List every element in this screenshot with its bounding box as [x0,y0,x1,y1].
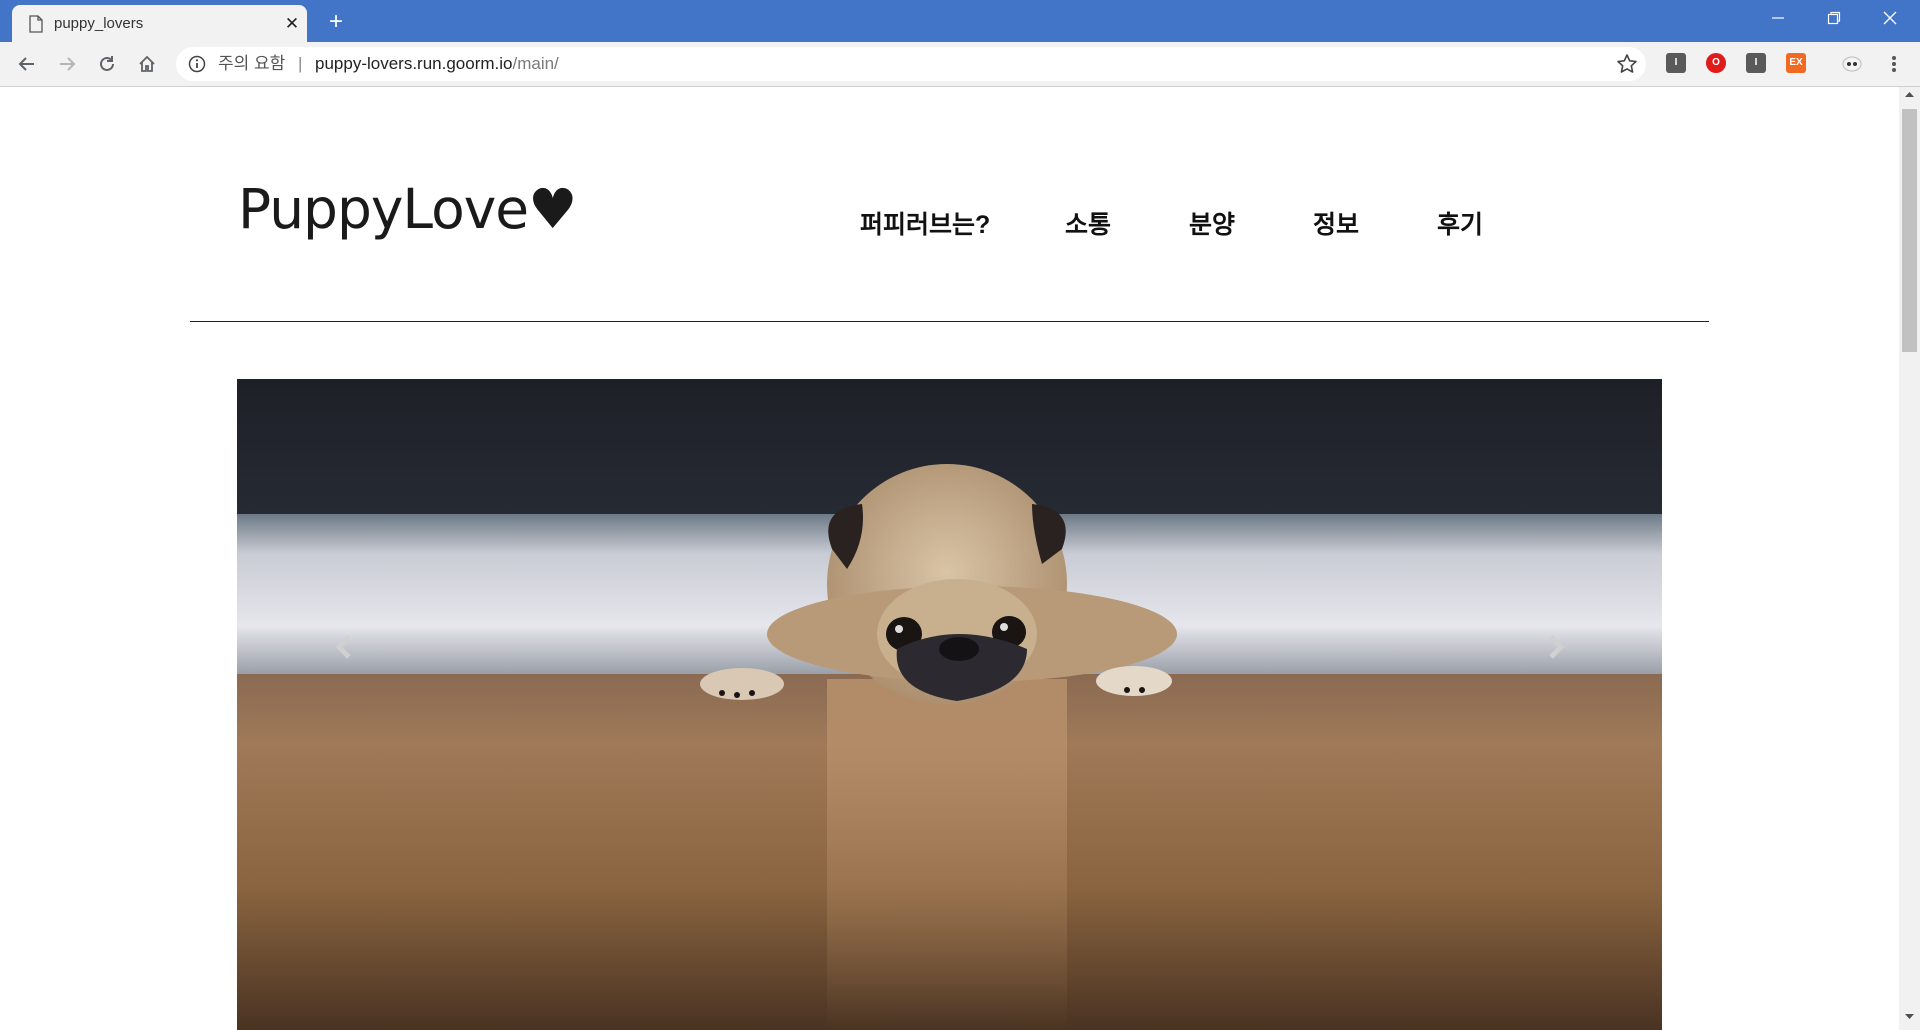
hero-carousel[interactable] [237,379,1662,1030]
scroll-thumb[interactable] [1902,109,1917,352]
url-separator: | [298,54,303,73]
reload-button[interactable] [94,51,120,77]
security-label[interactable]: 주의 요함 [218,47,285,81]
scroll-up-icon[interactable] [1904,90,1915,98]
minimize-button[interactable] [1750,0,1806,36]
pug-photo [237,379,1662,1030]
nav-info[interactable]: 정보 [1313,205,1359,245]
new-tab-button[interactable]: + [322,8,350,36]
main-nav: 퍼피러브는? 소통 분양 정보 후기 [0,205,1899,245]
reader-ext-icon[interactable]: I [1746,53,1766,73]
nav-about[interactable]: 퍼피러브는? [860,205,990,245]
tab-close-icon[interactable]: ✕ [282,14,302,34]
tab-title: puppy_lovers [54,15,144,32]
ex-ext-icon[interactable]: EX [1786,53,1806,73]
home-button[interactable] [134,51,160,77]
scroll-down-icon[interactable] [1904,1013,1915,1021]
page-scrollbar[interactable] [1899,87,1920,1030]
opera-ext-icon[interactable]: O [1706,53,1726,73]
browser-tab[interactable]: puppy_lovers ✕ [12,5,307,42]
url-path: /main/ [512,54,559,73]
url-text[interactable]: puppy-lovers.run.goorm.io/main/ [315,47,559,81]
web-page: PuppyLove♥ 퍼피러브는? 소통 분양 정보 후기 [0,87,1899,1030]
nav-community[interactable]: 소통 [1065,205,1111,245]
page-icon [29,15,43,33]
nav-reviews[interactable]: 후기 [1437,205,1483,245]
info-icon[interactable] [188,55,206,73]
tab-strip: puppy_lovers ✕ + [0,0,1920,42]
forward-button[interactable] [54,51,80,77]
bookmark-star-icon[interactable] [1616,53,1638,75]
header-divider [190,321,1709,322]
reload-icon [100,56,114,71]
window-close-button[interactable] [1862,0,1918,36]
url-host: puppy-lovers.run.goorm.io [315,54,513,73]
chevron-right-icon[interactable] [1535,627,1575,667]
arrow-left-icon [18,57,34,71]
back-button[interactable] [14,51,40,77]
profile-icon[interactable] [1840,52,1864,76]
restore-button[interactable] [1806,0,1862,36]
address-bar[interactable]: 주의 요함 | puppy-lovers.run.goorm.io/main/ [176,47,1646,81]
bookmark-ext-icon[interactable]: I [1666,53,1686,73]
nav-adoption[interactable]: 분양 [1189,205,1235,245]
arrow-right-icon [60,57,76,71]
home-icon [139,55,155,72]
menu-kebab-icon[interactable] [1884,52,1904,76]
browser-toolbar: 주의 요함 | puppy-lovers.run.goorm.io/main/ [0,42,1920,87]
chevron-left-icon[interactable] [325,627,365,667]
